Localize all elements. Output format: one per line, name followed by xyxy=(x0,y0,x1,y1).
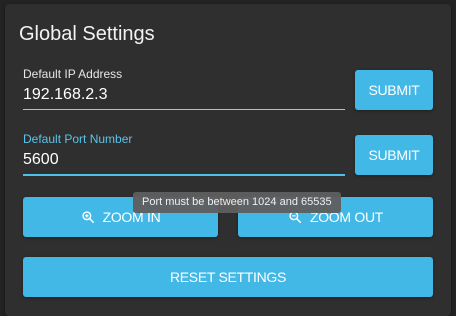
zoom-in-icon xyxy=(81,211,94,224)
ip-address-field: Default IP Address xyxy=(23,67,345,113)
port-number-input[interactable] xyxy=(23,149,345,171)
ip-address-underline xyxy=(23,109,345,110)
submit-port-button[interactable]: SUBMIT xyxy=(355,135,433,175)
reset-settings-button[interactable]: RESET SETTINGS xyxy=(23,257,433,297)
panel-title: Global Settings xyxy=(19,23,155,45)
ip-address-input[interactable] xyxy=(23,84,345,106)
port-number-field: Default Port Number xyxy=(23,132,345,178)
port-range-tooltip: Port must be between 1024 and 65535 xyxy=(133,192,341,213)
port-number-label: Default Port Number xyxy=(23,132,133,146)
ip-address-label: Default IP Address xyxy=(23,67,123,81)
submit-ip-button[interactable]: SUBMIT xyxy=(355,70,433,110)
port-number-underline xyxy=(23,174,345,176)
